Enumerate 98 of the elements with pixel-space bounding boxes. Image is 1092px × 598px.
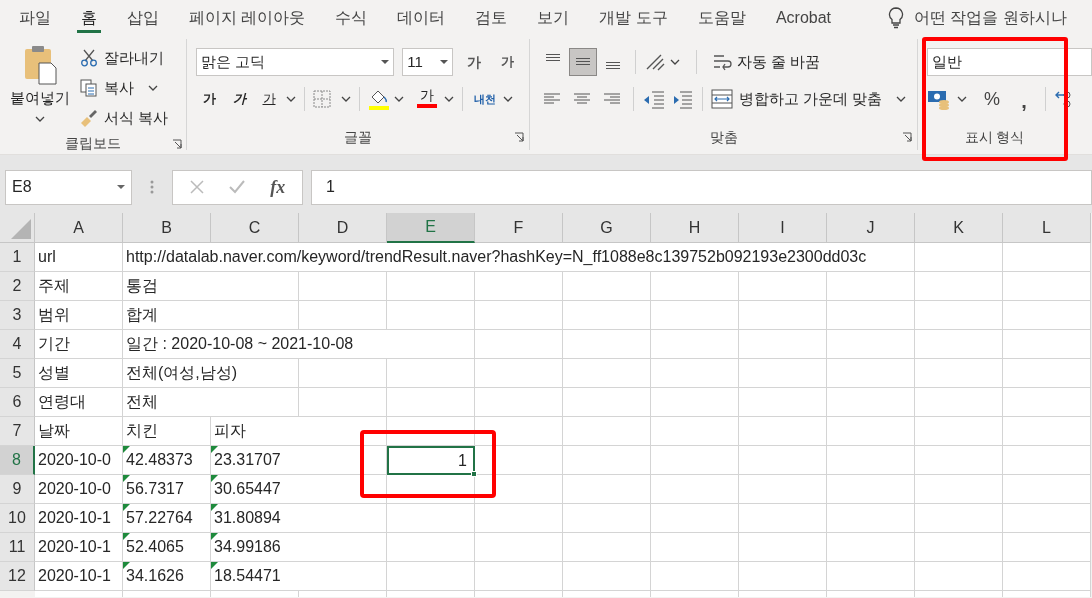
chevron-icon (286, 96, 296, 102)
brush-icon (80, 109, 98, 127)
chevron-icon (444, 96, 454, 102)
group-label: 표시 형식 (964, 127, 1025, 147)
number-format-field[interactable]: 일반 (927, 48, 1092, 76)
column-header[interactable]: D (299, 213, 387, 243)
merge-center-button[interactable]: 병합하고 가운데 맞춤 (711, 85, 907, 113)
cut-button[interactable]: 잘라내기 (78, 43, 171, 73)
vertical-align-button[interactable] (569, 48, 597, 76)
wrap-text-button[interactable]: 자동 줄 바꿈 (713, 48, 821, 76)
merge-cells-icon (711, 89, 733, 109)
dropdown-arrow-icon (440, 60, 449, 64)
lightbulb-icon[interactable] (888, 6, 905, 29)
insert-function-button[interactable]: fx (270, 173, 286, 201)
name-box[interactable]: E8 (5, 169, 132, 205)
column-header[interactable]: I (739, 213, 827, 243)
chevron-icon (148, 85, 158, 91)
chevron-icon (503, 96, 513, 102)
row-header[interactable]: 7 (0, 417, 35, 446)
column-header[interactable]: C (211, 213, 299, 243)
row-header[interactable]: 1 (0, 243, 35, 272)
tell-me-text[interactable]: 어떤 작업을 원하시나 (914, 5, 1067, 30)
ribbon-tab[interactable]: 수식 (322, 2, 381, 33)
clipboard-icon (22, 45, 58, 85)
copy-icon (80, 79, 98, 97)
underline-button[interactable]: 가 (256, 86, 282, 112)
dialog-launcher-icon[interactable] (902, 132, 912, 142)
ribbon-tab[interactable]: 페이지 레이아웃 (176, 2, 319, 33)
ribbon-tab[interactable]: 개발 도구 (586, 2, 681, 33)
phonetic-guide-button[interactable]: 내천 (471, 85, 499, 113)
percent-button[interactable]: % (979, 86, 1005, 112)
decrease-indent-icon[interactable] (642, 88, 666, 110)
wrap-text-icon (713, 53, 733, 71)
chevron-icon (35, 115, 45, 122)
fill-handle[interactable] (471, 471, 477, 477)
format-painter-button[interactable]: 서식 복사 (78, 103, 171, 133)
scissors-icon (80, 49, 98, 67)
borders-icon[interactable] (313, 90, 331, 108)
align-top-icon (545, 54, 561, 62)
ribbon-tab[interactable]: 홈 (68, 2, 110, 33)
bold-button[interactable]: 가 (196, 86, 222, 112)
paste-button[interactable]: 붙여넣기 (8, 41, 72, 125)
ribbon-tab[interactable]: 데이터 (384, 2, 459, 33)
formula-field[interactable]: 1 (311, 169, 1092, 205)
ribbon-tab[interactable]: 삽입 (114, 2, 172, 33)
group-label: 맞춤 (709, 127, 738, 147)
row-header[interactable]: 3 (0, 301, 35, 330)
row-header[interactable]: 11 (0, 533, 35, 562)
chevron-icon (341, 96, 351, 102)
font-size-field[interactable]: 11 (402, 48, 454, 76)
checkmark-icon[interactable] (229, 180, 245, 194)
row-header[interactable]: 4 (0, 330, 35, 359)
increase-font-size-button[interactable]: 가 (461, 49, 487, 75)
font-name-field[interactable]: 맑은 고딕 (196, 48, 395, 76)
align-bottom-icon (605, 62, 621, 70)
group-label: 클립보드 (65, 134, 121, 153)
ribbon-tab[interactable]: Acrobat (762, 2, 845, 33)
row-header[interactable]: 12 (0, 562, 35, 591)
ribbon-tab[interactable]: 도움말 (684, 2, 759, 33)
currency-icon[interactable] (927, 88, 951, 110)
ribbon-tab[interactable]: 파일 (6, 2, 64, 33)
copy-button[interactable]: 복사 (78, 73, 171, 103)
chevron-icon (896, 96, 907, 102)
column-header[interactable]: K (915, 213, 1003, 243)
comma-button[interactable]: , (1011, 86, 1037, 112)
row-header[interactable]: 6 (0, 388, 35, 417)
row-header[interactable]: 9 (0, 475, 35, 504)
drag-handle-icon (150, 180, 154, 194)
dropdown-arrow-icon (381, 60, 390, 64)
table-cell[interactable]: 1 (387, 446, 475, 475)
chevron-icon (394, 96, 404, 102)
ribbon-tab[interactable]: 보기 (524, 2, 583, 33)
font-color-button[interactable]: 가 (414, 86, 440, 112)
decrease-font-size-button[interactable]: 가 (494, 49, 520, 75)
chevron-icon (957, 96, 967, 102)
italic-button[interactable]: 가 (226, 86, 252, 112)
chevron-icon (670, 59, 680, 65)
align-middle-icon (575, 58, 591, 66)
column-header[interactable]: H (651, 213, 739, 243)
column-header[interactable]: A (35, 213, 123, 243)
dialog-launcher-icon[interactable] (172, 138, 182, 149)
column-header[interactable]: L (1003, 213, 1091, 243)
row-header[interactable]: 10 (0, 504, 35, 533)
group-label: 글꼴 (344, 127, 372, 147)
dialog-launcher-icon[interactable] (514, 132, 524, 142)
ribbon-tab[interactable]: 검토 (462, 2, 521, 33)
dropdown-arrow-icon (117, 185, 125, 189)
column-header[interactable]: J (827, 213, 915, 243)
row-header[interactable]: 8 (0, 446, 35, 475)
row-header[interactable]: 2 (0, 272, 35, 301)
column-header[interactable]: B (123, 213, 211, 243)
column-header[interactable]: E (387, 213, 475, 243)
row-header[interactable]: 5 (0, 359, 35, 388)
text-orientation-icon[interactable] (644, 52, 666, 72)
corner-triangle-icon (11, 219, 31, 239)
fill-bucket-icon[interactable] (368, 88, 390, 110)
column-header[interactable]: F (475, 213, 563, 243)
column-header[interactable]: G (563, 213, 651, 243)
